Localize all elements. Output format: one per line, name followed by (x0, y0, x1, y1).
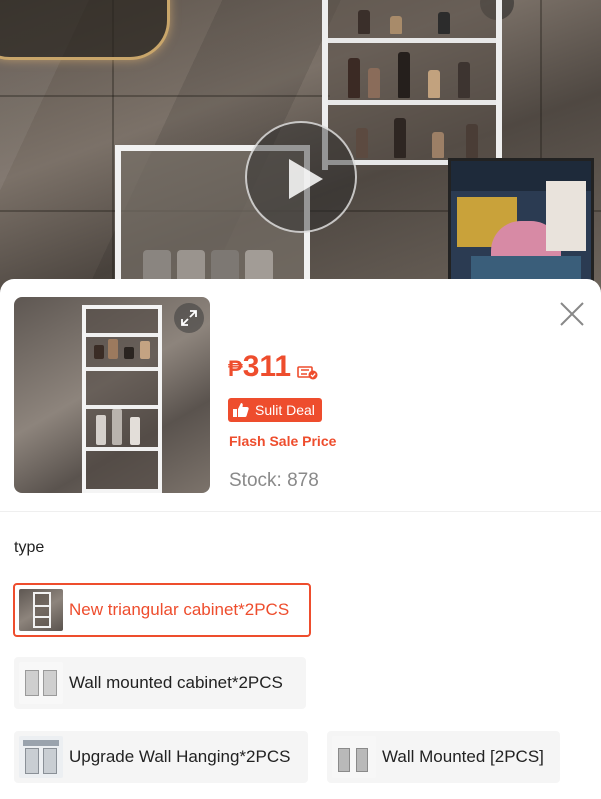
play-button[interactable] (245, 121, 357, 233)
variant-label: Wall mounted cabinet*2PCS (69, 673, 283, 692)
variant-label: Upgrade Wall Hanging*2PCS (69, 747, 291, 766)
product-image[interactable] (14, 297, 210, 493)
price-row: ₱311 (228, 351, 319, 385)
variant-thumbnail (19, 662, 63, 704)
tile-seam (540, 0, 542, 160)
variant-label: Wall Mounted [2PCS] (382, 747, 544, 766)
section-divider (0, 511, 601, 512)
price: ₱311 (228, 350, 292, 383)
thumbs-up-icon (233, 403, 249, 417)
close-icon[interactable] (558, 300, 586, 328)
flash-sale-label: Flash Sale Price (229, 433, 337, 449)
deal-badge-label: Sulit Deal (255, 402, 315, 418)
voucher-icon (297, 366, 318, 380)
tile-seam (0, 95, 330, 97)
variant-option-new-triangular-cabinet[interactable]: New triangular cabinet*2PCS (13, 583, 311, 637)
sulit-deal-badge: Sulit Deal (228, 398, 322, 422)
variant-label: New triangular cabinet*2PCS (69, 600, 290, 619)
variant-section-title: type (14, 539, 45, 556)
product-video-background[interactable] (0, 0, 601, 300)
variant-thumbnail (332, 736, 376, 778)
variant-option-wall-mounted-2pcs[interactable]: Wall Mounted [2PCS] (327, 731, 560, 783)
variant-option-upgrade-wall-hanging[interactable]: Upgrade Wall Hanging*2PCS (14, 731, 308, 783)
variant-option-wall-mounted-cabinet[interactable]: Wall mounted cabinet*2PCS (14, 657, 306, 709)
cabinet-illustration (82, 305, 162, 493)
expand-icon (181, 310, 197, 326)
variant-thumbnail (19, 589, 63, 631)
video-thumbnail-inset[interactable] (448, 158, 594, 288)
backlit-mirror (0, 0, 170, 60)
variant-thumbnail (19, 736, 63, 778)
wall-shelf-unit (322, 0, 502, 170)
expand-image-button[interactable] (174, 303, 204, 333)
stock-count: Stock: 878 (229, 470, 319, 491)
variant-selection-sheet: ₱311 Sulit Deal Flash Sale Price Stock: … (0, 279, 601, 799)
play-icon (289, 159, 323, 199)
